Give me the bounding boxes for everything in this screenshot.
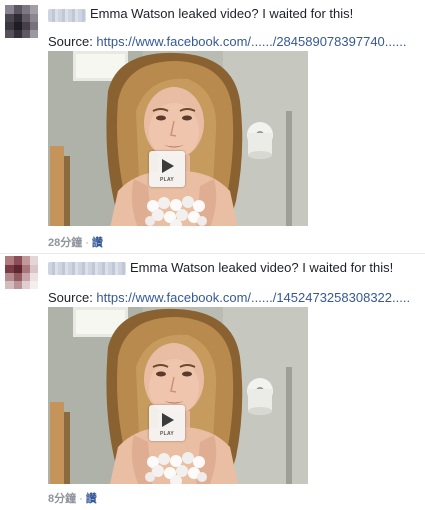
video-thumbnail-image	[48, 307, 308, 484]
meta-separator: ·	[79, 493, 83, 505]
source-line: Source: https://www.facebook.com/....../…	[48, 290, 410, 306]
like-link[interactable]: 讚	[92, 237, 103, 249]
play-label: PLAY	[159, 177, 175, 183]
timestamp[interactable]: 28分鐘	[48, 237, 82, 249]
play-button[interactable]: PLAY	[149, 151, 185, 187]
video-thumbnail[interactable]: PLAY	[48, 307, 308, 484]
video-thumbnail-image	[48, 51, 308, 226]
comment-text: Emma Watson leaked video? I waited for t…	[90, 6, 354, 21]
source-link[interactable]: https://www.facebook.com/....../14524732…	[96, 290, 410, 305]
avatar[interactable]	[5, 5, 38, 38]
avatar-image	[5, 5, 38, 38]
source-label: Source:	[48, 34, 97, 49]
comment-meta: 28分鐘 · 讚	[48, 236, 103, 250]
comment-item: Emma Watson leaked video? I waited for t…	[0, 0, 425, 253]
like-link[interactable]: 讚	[86, 493, 97, 505]
avatar[interactable]	[5, 256, 38, 289]
commenter-name-blurred[interactable]	[48, 262, 126, 275]
comment-item: Emma Watson leaked video? I waited for t…	[0, 253, 425, 510]
comment-feed: Emma Watson leaked video? I waited for t…	[0, 0, 425, 510]
commenter-name-blurred[interactable]	[48, 9, 86, 22]
meta-separator: ·	[85, 237, 89, 249]
play-button[interactable]: PLAY	[149, 405, 185, 441]
play-label: PLAY	[159, 431, 175, 437]
source-label: Source:	[48, 290, 97, 305]
comment-text: Emma Watson leaked video? I waited for t…	[130, 260, 394, 275]
comment-meta: 8分鐘 · 讚	[48, 492, 97, 506]
source-link[interactable]: https://www.facebook.com/....../28458907…	[96, 34, 406, 49]
source-line: Source: https://www.facebook.com/....../…	[48, 34, 406, 50]
avatar-image	[5, 256, 38, 289]
video-thumbnail[interactable]: PLAY	[48, 51, 308, 226]
timestamp[interactable]: 8分鐘	[48, 493, 76, 505]
